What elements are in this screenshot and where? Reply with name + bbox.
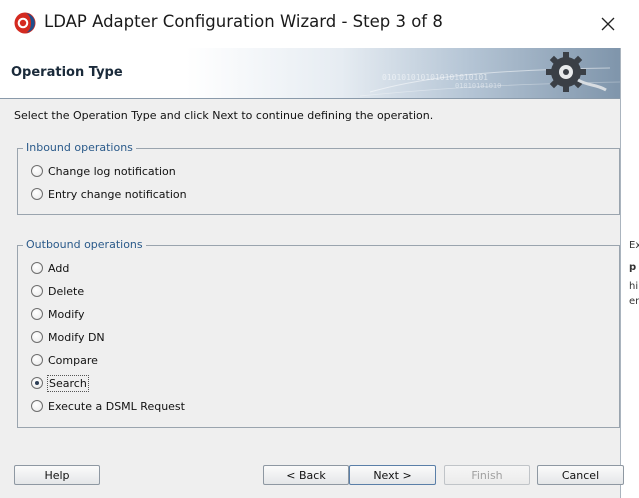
background-fragment: Ext <box>629 240 639 251</box>
radio-button[interactable] <box>31 262 43 274</box>
window-title: LDAP Adapter Configuration Wizard - Step… <box>44 12 443 31</box>
radio-add[interactable]: Add <box>31 259 70 277</box>
radio-label[interactable]: Entry change notification <box>47 187 188 202</box>
gear-icon <box>546 52 607 92</box>
radio-label[interactable]: Modify <box>47 307 85 322</box>
radio-execute-dsml-request[interactable]: Execute a DSML Request <box>31 397 186 415</box>
radio-label[interactable]: Modify DN <box>47 330 106 345</box>
radio-compare[interactable]: Compare <box>31 351 99 369</box>
back-button[interactable]: < Back <box>263 465 349 485</box>
wizard-header: Operation Type 0101010101010101010101 01… <box>0 48 620 99</box>
page-title: Operation Type <box>11 65 123 80</box>
help-button[interactable]: Help <box>14 465 100 485</box>
radio-button[interactable] <box>31 165 43 177</box>
radio-label[interactable]: Add <box>47 261 70 276</box>
background-fragment: hi <box>629 281 639 292</box>
close-icon <box>601 17 615 31</box>
radio-modify[interactable]: Modify <box>31 305 85 323</box>
oracle-app-icon <box>14 12 36 34</box>
wizard-content: Select the Operation Type and click Next… <box>0 99 624 498</box>
radio-button[interactable] <box>31 308 43 320</box>
inbound-operations-group: Inbound operations Change log notificati… <box>17 141 620 215</box>
instruction-text: Select the Operation Type and click Next… <box>14 109 434 122</box>
radio-label[interactable]: Execute a DSML Request <box>47 399 186 414</box>
radio-modify-dn[interactable]: Modify DN <box>31 328 106 346</box>
outbound-operations-group: Outbound operations Add Delete Modify Mo… <box>17 238 620 428</box>
radio-change-log-notification[interactable]: Change log notification <box>31 162 177 180</box>
radio-label[interactable]: Search <box>47 374 89 392</box>
radio-label[interactable]: Change log notification <box>47 164 177 179</box>
title-bar: LDAP Adapter Configuration Wizard - Step… <box>0 0 639 48</box>
background-fragment: en <box>629 296 639 307</box>
radio-button[interactable] <box>31 354 43 366</box>
close-button[interactable] <box>588 10 628 38</box>
radio-button-selected[interactable] <box>31 377 43 389</box>
cancel-button[interactable]: Cancel <box>537 465 624 485</box>
background-fragment: p <box>629 262 637 273</box>
finish-button[interactable]: Finish <box>444 465 530 485</box>
radio-delete[interactable]: Delete <box>31 282 85 300</box>
inbound-operations-legend: Inbound operations <box>23 141 136 154</box>
radio-button[interactable] <box>31 331 43 343</box>
radio-entry-change-notification[interactable]: Entry change notification <box>31 185 188 203</box>
radio-button[interactable] <box>31 285 43 297</box>
radio-button[interactable] <box>31 400 43 412</box>
radio-button[interactable] <box>31 188 43 200</box>
window-border <box>620 48 621 498</box>
background-window-edge: Ext p hi en <box>629 0 639 498</box>
next-button[interactable]: Next > <box>349 465 436 485</box>
radio-search[interactable]: Search <box>31 374 89 392</box>
outbound-operations-legend: Outbound operations <box>23 238 146 251</box>
radio-label[interactable]: Delete <box>47 284 85 299</box>
radio-label[interactable]: Compare <box>47 353 99 368</box>
header-decoration: 0101010101010101010101 01010101010 <box>360 52 620 97</box>
